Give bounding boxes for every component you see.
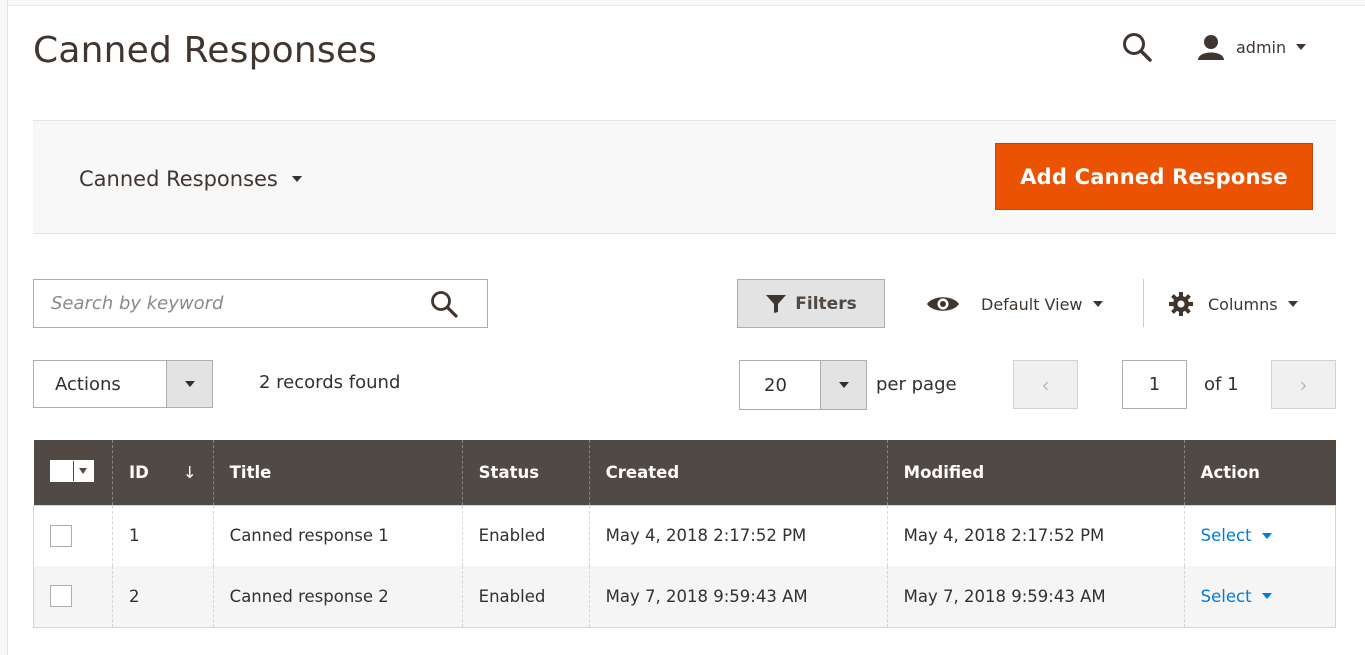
- row-action-select[interactable]: Select: [1201, 587, 1272, 606]
- admin-user-menu[interactable]: admin: [1196, 30, 1307, 64]
- chevron-left-icon: ‹: [1041, 372, 1050, 397]
- row-checkbox[interactable]: [50, 585, 72, 608]
- actions-label: Actions: [55, 373, 121, 395]
- table-row: 1 Canned response 1 Enabled May 4, 2018 …: [33, 505, 1336, 566]
- window-top-edge: [0, 0, 1365, 6]
- column-header-action: Action: [1183, 440, 1336, 505]
- chevron-down-icon: [184, 381, 195, 387]
- canned-responses-grid: ID ↓ Title Status Created Modified Action…: [33, 440, 1336, 628]
- chevron-down-icon: [1287, 301, 1298, 307]
- row-checkbox[interactable]: [50, 524, 72, 547]
- cell-title: Canned response 1: [212, 505, 463, 566]
- cell-created: May 4, 2018 2:17:52 PM: [588, 505, 888, 566]
- column-header-title[interactable]: Title: [212, 440, 463, 505]
- store-view-switcher[interactable]: Canned Responses: [79, 167, 302, 191]
- cell-modified: May 4, 2018 2:17:52 PM: [886, 505, 1185, 566]
- mass-select-header: [33, 440, 113, 505]
- select-label: Select: [1200, 586, 1252, 606]
- mass-select-control[interactable]: [49, 459, 94, 482]
- cell-id: 1: [112, 505, 214, 566]
- filters-label: Filters: [795, 293, 857, 314]
- row-action-select[interactable]: Select: [1201, 526, 1272, 545]
- switcher-label: Canned Responses: [79, 167, 278, 191]
- mass-actions-dropdown[interactable]: Actions: [33, 360, 213, 408]
- gear-icon: [1169, 292, 1193, 316]
- view-label: Default View: [981, 294, 1083, 314]
- table-header-row: ID ↓ Title Status Created Modified Action: [33, 440, 1336, 505]
- sort-arrow-icon: ↓: [182, 462, 197, 482]
- cell-id: 2: [112, 566, 214, 628]
- columns-label: Columns: [1208, 294, 1278, 314]
- page-title: Canned Responses: [33, 30, 378, 71]
- current-page-input[interactable]: [1122, 360, 1187, 409]
- select-label: Select: [1200, 526, 1252, 546]
- search-icon: [431, 291, 458, 318]
- chevron-right-icon: ›: [1299, 372, 1308, 397]
- search-icon: [1123, 33, 1152, 62]
- cell-action: Select: [1183, 566, 1336, 628]
- cell-status: Enabled: [461, 505, 590, 566]
- search-submit-button[interactable]: [429, 289, 459, 319]
- cell-created: May 7, 2018 9:59:43 AM: [588, 566, 888, 628]
- keyword-search: [33, 279, 488, 328]
- column-header-modified[interactable]: Modified: [886, 440, 1185, 505]
- row-select-cell: [33, 566, 113, 628]
- filters-button[interactable]: Filters: [737, 279, 885, 328]
- per-page-value: 20: [764, 374, 787, 396]
- mass-select-checkbox[interactable]: [50, 460, 73, 481]
- column-header-created[interactable]: Created: [588, 440, 888, 505]
- header-search-button[interactable]: [1120, 30, 1154, 64]
- column-header-status[interactable]: Status: [461, 440, 590, 505]
- chevron-down-icon: [1092, 301, 1103, 307]
- chevron-down-icon: [291, 176, 302, 182]
- actions-dropdown-toggle[interactable]: [166, 361, 212, 407]
- page-actions-bar: Canned Responses Add Canned Response: [33, 120, 1336, 234]
- cell-title: Canned response 2: [212, 566, 463, 628]
- cell-modified: May 7, 2018 9:59:43 AM: [886, 566, 1185, 628]
- window-left-edge: [0, 0, 8, 655]
- chevron-down-icon: [1261, 532, 1272, 539]
- eye-icon: [927, 297, 959, 311]
- chevron-down-icon: [838, 382, 849, 388]
- user-icon: [1198, 35, 1224, 60]
- columns-control[interactable]: Columns: [1168, 290, 1298, 318]
- cell-action: Select: [1183, 505, 1336, 566]
- search-input[interactable]: [34, 280, 414, 327]
- total-pages: of 1: [1204, 374, 1239, 395]
- chevron-down-icon: [1296, 44, 1307, 50]
- records-count: 2 records found: [259, 372, 401, 393]
- toolbar-divider: [1143, 279, 1144, 327]
- view-switcher[interactable]: Default View: [925, 290, 1103, 318]
- per-page-label: per page: [876, 374, 957, 395]
- previous-page-button[interactable]: ‹: [1013, 360, 1078, 409]
- row-select-cell: [33, 505, 113, 566]
- cell-status: Enabled: [461, 566, 590, 628]
- next-page-button[interactable]: ›: [1271, 360, 1336, 409]
- add-canned-response-button[interactable]: Add Canned Response: [995, 143, 1313, 210]
- filter-icon: [766, 294, 787, 313]
- table-row: 2 Canned response 2 Enabled May 7, 2018 …: [33, 566, 1336, 628]
- admin-username: admin: [1236, 37, 1287, 57]
- per-page-dropdown-toggle[interactable]: [820, 361, 866, 409]
- column-header-id[interactable]: ID ↓: [112, 440, 214, 505]
- per-page-select[interactable]: 20: [739, 360, 867, 410]
- mass-select-dropdown[interactable]: [72, 460, 93, 481]
- chevron-down-icon: [79, 467, 87, 474]
- chevron-down-icon: [1261, 593, 1272, 600]
